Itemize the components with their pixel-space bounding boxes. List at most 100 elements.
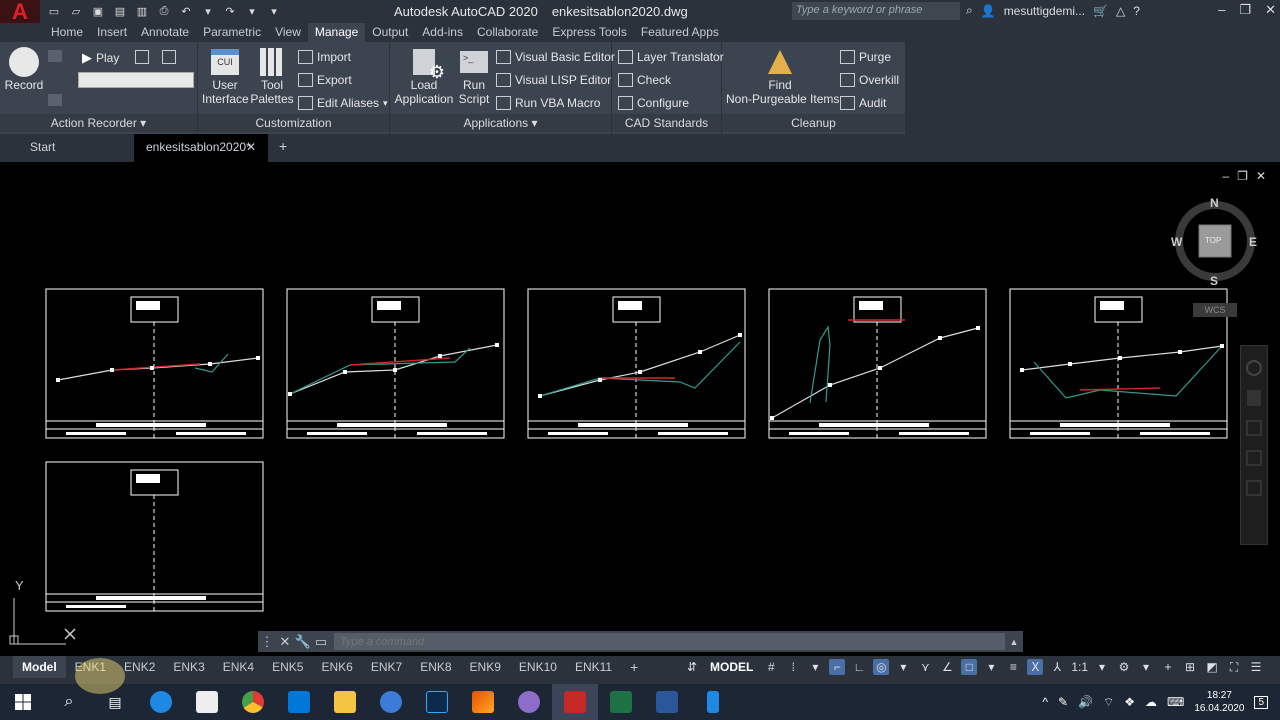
visual-basic-editor-button[interactable]: Visual Basic Editor (496, 48, 615, 66)
layout-tab-enk6[interactable]: ENK6 (312, 656, 361, 678)
viewport-minimize-icon[interactable]: – (1222, 169, 1229, 183)
restore-icon[interactable]: ❐ (1239, 2, 1251, 18)
new-tab-icon[interactable]: + (279, 138, 287, 154)
clean-screen-icon[interactable]: ⛶ (1226, 659, 1242, 675)
insert-message-icon[interactable] (135, 50, 149, 64)
volume-icon[interactable]: 🔊 (1078, 695, 1093, 709)
undo-dropdown-icon[interactable]: ▾ (200, 5, 216, 19)
viewcube-east[interactable]: E (1249, 235, 1257, 249)
isodraft-icon[interactable]: ⋎ (917, 659, 933, 675)
layout-tab-enk7[interactable]: ENK7 (362, 656, 411, 678)
overkill-button[interactable]: Overkill (840, 71, 899, 89)
quick-properties-icon[interactable]: ◩ (1204, 659, 1220, 675)
steering-wheel-icon[interactable] (1246, 360, 1262, 376)
dropbox-icon[interactable]: ❖ (1124, 695, 1135, 709)
tab-featured-apps[interactable]: Featured Apps (634, 23, 726, 42)
command-expand-icon[interactable]: ▲ (1005, 637, 1023, 647)
phone-app-icon[interactable] (690, 684, 736, 720)
workspace-dropdown-icon[interactable]: ▾ (1138, 659, 1154, 675)
user-name[interactable]: mesuttigdemi... (1004, 4, 1085, 18)
units-icon[interactable]: ⊞ (1182, 659, 1198, 675)
command-input[interactable] (334, 633, 1005, 650)
user-interface-button[interactable]: CUI User Interface (202, 48, 249, 106)
drawing-canvas[interactable] (0, 162, 1280, 658)
app-purple-icon[interactable] (506, 684, 552, 720)
file-explorer-icon[interactable] (322, 684, 368, 720)
tool-palettes-button[interactable]: Tool Palettes (250, 48, 294, 106)
ortho-icon[interactable]: ∟ (851, 659, 867, 675)
tab-manage[interactable]: Manage (307, 23, 366, 42)
viewport-close-icon[interactable]: ✕ (1256, 169, 1266, 183)
purge-button[interactable]: Purge (840, 48, 891, 66)
tab-express-tools[interactable]: Express Tools (545, 23, 633, 42)
tab-view[interactable]: View (268, 23, 308, 42)
polar-tracking-icon[interactable]: ◎ (873, 659, 890, 675)
tab-insert[interactable]: Insert (90, 23, 134, 42)
run-script-button[interactable]: >_ Run Script (456, 48, 492, 106)
onedrive-icon[interactable]: ☁ (1145, 695, 1157, 709)
customize-qat-icon[interactable]: ▾ (266, 5, 282, 19)
object-snap-icon[interactable]: □ (961, 659, 978, 675)
viewcube-north[interactable]: N (1210, 196, 1219, 210)
grid-icon[interactable]: # (763, 659, 779, 675)
a360-icon[interactable]: △ (1116, 4, 1125, 18)
navigation-bar[interactable] (1240, 345, 1268, 545)
tab-current-drawing[interactable]: enkesitsablon2020* ✕ (134, 134, 268, 162)
layout-tab-model[interactable]: Model (13, 656, 66, 678)
word-icon[interactable] (644, 684, 690, 720)
layout-menu-icon[interactable]: ⇵ (684, 659, 700, 675)
layout-tab-enk4[interactable]: ENK4 (214, 656, 263, 678)
keyboard-icon[interactable]: ⌨ (1167, 695, 1184, 709)
tab-home[interactable]: Home (44, 23, 90, 42)
model-space-button[interactable]: MODEL (706, 660, 757, 674)
tab-annotate[interactable]: Annotate (134, 23, 196, 42)
pen-icon[interactable]: ✎ (1058, 695, 1068, 709)
new-icon[interactable]: ▭ (46, 5, 62, 19)
tab-start[interactable]: Start (30, 140, 55, 154)
tab-parametric[interactable]: Parametric (196, 23, 268, 42)
layout-tab-enk5[interactable]: ENK5 (263, 656, 312, 678)
notification-badge[interactable]: 5 (1254, 695, 1268, 709)
find-non-purgeable-button[interactable]: Find Non-Purgeable Items (726, 48, 839, 106)
visual-lisp-editor-button[interactable]: Visual LISP Editor (496, 71, 611, 89)
object-snap-tracking-icon[interactable]: ∠ (939, 659, 955, 675)
load-application-button[interactable]: ⚙ Load Application (394, 48, 454, 106)
record-button[interactable]: Record (4, 47, 44, 92)
wcs-menu[interactable]: WCS (1193, 303, 1237, 317)
close-icon[interactable]: ✕ (1265, 2, 1276, 18)
photoshop-icon[interactable] (414, 684, 460, 720)
command-close-icon[interactable]: ✕ (276, 634, 294, 650)
redo-icon[interactable]: ↷ (222, 5, 238, 19)
showmotion-icon[interactable] (1246, 480, 1262, 496)
configure-button[interactable]: Configure (618, 94, 689, 112)
layout-tab-enk8[interactable]: ENK8 (411, 656, 460, 678)
search-input[interactable]: Type a keyword or phrase (792, 2, 960, 20)
panel-title-applications[interactable]: Applications ▾ (390, 114, 611, 132)
macro-select[interactable] (78, 72, 194, 88)
run-vba-macro-button[interactable]: Run VBA Macro (496, 94, 600, 112)
redo-dropdown-icon[interactable]: ▾ (244, 5, 260, 19)
edge-icon[interactable] (138, 684, 184, 720)
play-button[interactable]: ▶ Play (82, 49, 119, 67)
autocad-logo-icon[interactable]: A (0, 0, 40, 24)
cart-icon[interactable]: 🛒 (1093, 4, 1108, 18)
chrome-icon[interactable] (230, 684, 276, 720)
polar-dropdown-icon[interactable]: ▾ (895, 659, 911, 675)
command-grip-icon[interactable]: ⋮ (258, 634, 276, 650)
help-icon[interactable]: ? (1133, 4, 1140, 18)
tray-chevron-icon[interactable]: ^ (1042, 695, 1048, 709)
layout-tab-enk3[interactable]: ENK3 (164, 656, 213, 678)
layer-translator-button[interactable]: Layer Translator (618, 48, 724, 66)
zoom-icon[interactable] (1246, 420, 1262, 436)
minimize-icon[interactable]: – (1218, 2, 1225, 18)
audit-button[interactable]: Audit (840, 94, 886, 112)
command-history-icon[interactable]: ▭ (312, 634, 330, 650)
network-icon[interactable]: ⌔ (1103, 695, 1114, 710)
matlab-icon[interactable] (460, 684, 506, 720)
viewcube-top[interactable]: TOP (1205, 236, 1221, 245)
scale-dropdown-icon[interactable]: ▾ (1094, 659, 1110, 675)
export-button[interactable]: Export (298, 71, 352, 89)
auto-scale-icon[interactable]: ⅄ (1049, 659, 1065, 675)
tab-add-ins[interactable]: Add-ins (415, 23, 470, 42)
annotation-scale[interactable]: 1:1 (1071, 660, 1088, 674)
